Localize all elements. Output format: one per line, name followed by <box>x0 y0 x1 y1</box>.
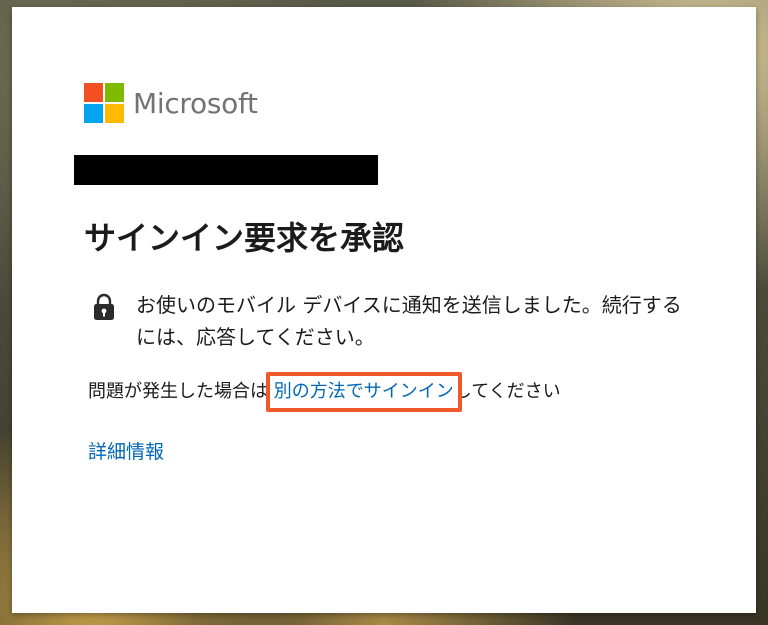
page-title: サインイン要求を承認 <box>84 219 405 257</box>
problem-help-line: 問題が発生した場合は 別の方法でサインイン してください <box>88 372 561 412</box>
microsoft-logo-icon <box>84 83 124 123</box>
notification-notice: お使いのモバイル デバイスに通知を送信しました。続行するには、応答してください。 <box>92 289 712 353</box>
problem-prefix: 問題が発生した場合は <box>88 381 268 402</box>
lock-icon <box>94 293 114 320</box>
notice-text: お使いのモバイル デバイスに通知を送信しました。続行するには、応答してください。 <box>136 293 682 349</box>
signin-dialog: Microsoft サインイン要求を承認 お使いのモバイル デバイスに通知を送信… <box>12 7 756 613</box>
microsoft-logo: Microsoft <box>84 83 258 123</box>
sign-in-another-way-link[interactable]: 別の方法でサインイン <box>265 372 462 412</box>
redacted-account <box>74 155 378 185</box>
problem-suffix: してください <box>453 381 561 402</box>
microsoft-wordmark: Microsoft <box>133 86 258 120</box>
more-info-link[interactable]: 詳細情報 <box>88 437 164 464</box>
